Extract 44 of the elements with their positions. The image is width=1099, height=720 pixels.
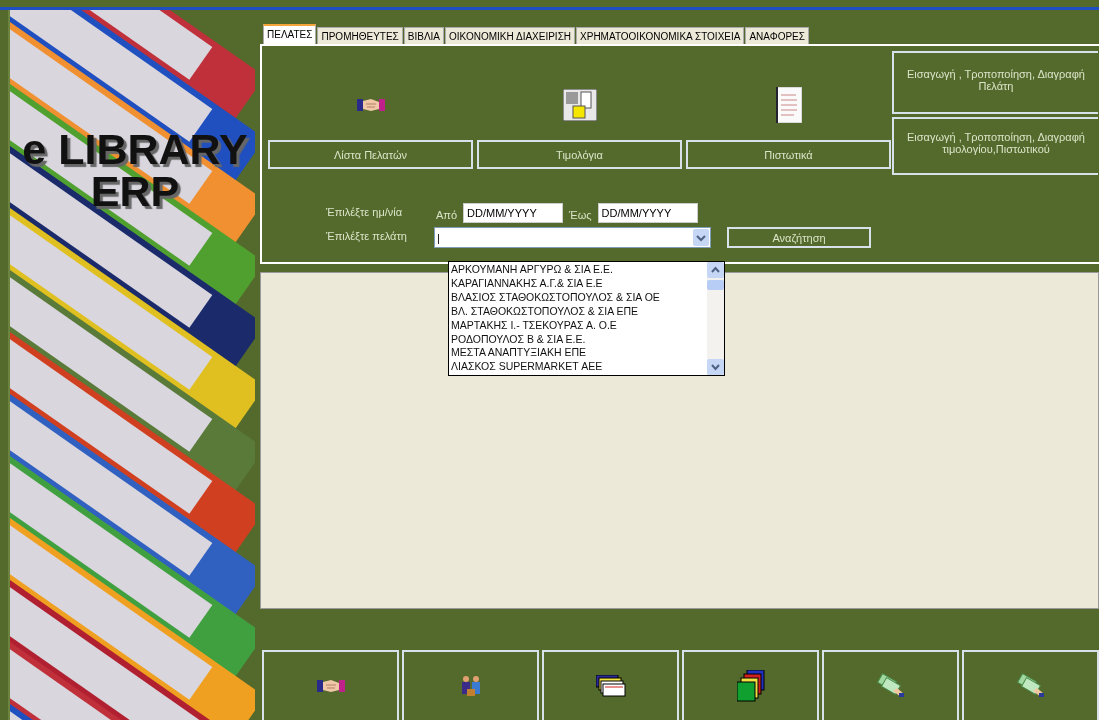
tab[interactable]: ΒΙΒΛΙΑ bbox=[403, 27, 445, 44]
feature-button[interactable]: Τιμολόγια bbox=[477, 140, 682, 169]
toolbar-button[interactable] bbox=[542, 650, 679, 720]
toolbar-button[interactable] bbox=[262, 650, 399, 720]
dropdown-option[interactable]: ΒΛΑΣΙΟΣ ΣΤΑΘΟΚΩΣΤΟΠΟΥΛΟΣ & ΣΙΑ ΟΕ bbox=[449, 290, 707, 305]
scroll-down-button[interactable] bbox=[707, 359, 724, 375]
feature-button[interactable]: Πιστωτικά bbox=[686, 140, 891, 169]
money-hand-icon bbox=[876, 673, 905, 699]
toolbar-button[interactable] bbox=[962, 650, 1099, 720]
tab[interactable]: ΟΙΚΟΝΟΜΙΚΗ ΔΙΑΧΕΙΡΙΣΗ bbox=[445, 27, 576, 44]
scrollbar[interactable] bbox=[707, 262, 724, 375]
customer-combobox[interactable]: | bbox=[434, 227, 711, 248]
handshake-icon bbox=[316, 677, 345, 695]
toolbar-button[interactable] bbox=[402, 650, 539, 720]
dropdown-option[interactable]: ΡΟΔΟΠΟΥΛΟΣ Β & ΣΙΑ Ε.Ε. bbox=[449, 332, 707, 347]
tab[interactable]: ΠΡΟΜΗΘΕΥΤΕΣ bbox=[317, 27, 403, 44]
to-date-field[interactable]: DD/MM/YYYY bbox=[597, 203, 698, 223]
money-hand-icon bbox=[1016, 673, 1045, 699]
dropdown-option[interactable]: ΒΛ. ΣΤΑΘΟΚΩΣΤΟΠΟΥΛΟΣ & ΣΙΑ ΕΠΕ bbox=[449, 304, 707, 319]
dropdown-option[interactable]: ΜΑΡΤΑΚΗΣ Ι.- ΤΣΕΚΟΥΡΑΣ Α. Ο.Ε bbox=[449, 318, 707, 333]
side-button[interactable]: Εισαγωγή , Τροποποίηση, Διαγραφή Πελάτη bbox=[892, 51, 1098, 114]
toolbar-button[interactable] bbox=[822, 650, 959, 720]
folders-icon bbox=[736, 670, 765, 702]
tab[interactable]: ΠΕΛΑΤΕΣ bbox=[263, 24, 317, 44]
handshake-icon bbox=[356, 96, 385, 114]
dropdown-option[interactable]: ΛΙΑΣΚΟΣ SUPERMARKET ΑΕΕ bbox=[449, 360, 707, 375]
to-label: Έως bbox=[569, 207, 592, 221]
search-button[interactable]: Αναζήτηση bbox=[727, 227, 871, 248]
calendar-icon bbox=[562, 89, 597, 121]
toolbar-button[interactable] bbox=[682, 650, 819, 720]
side-button[interactable]: Εισαγωγή , Τροποποίηση, Διαγραφή τιμολογίου,Πιστωτικού bbox=[892, 117, 1098, 175]
customer-label: Έπιλέξτε πελάτη bbox=[326, 229, 408, 244]
dropdown-option[interactable]: ΚΑΡΑΓΙΑΝΝΑΚΗΣ Α.Γ.& ΣΙΑ Ε.Ε bbox=[449, 276, 707, 291]
scroll-up-button[interactable] bbox=[707, 262, 724, 292]
dropdown-option[interactable]: ΜΕΣΤΑ ΑΝΑΠΤΥΞΙΑΚΗ ΕΠΕ bbox=[449, 346, 707, 361]
from-date-field[interactable]: DD/MM/YYYY bbox=[463, 203, 564, 223]
document-icon bbox=[775, 87, 802, 123]
feature-button[interactable]: Λίστα Πελατών bbox=[268, 140, 473, 169]
date-label: Έπιλέξτε ημ/νία bbox=[326, 205, 404, 220]
cards-icon bbox=[595, 675, 626, 697]
tab[interactable]: ΑΝΑΦΟΡΕΣ bbox=[745, 27, 809, 44]
tab[interactable]: ΧΡΗΜΑΤΟΟΙΚΟΝΟΜΙΚΑ ΣΤΟΙΧΕΙΑ bbox=[576, 27, 745, 44]
dropdown-option[interactable]: ΑΡΚΟΥΜΑΝΗ ΑΡΓΥΡΩ & ΣΙΑ Ε.Ε. bbox=[449, 263, 707, 277]
from-label: Από bbox=[436, 207, 458, 221]
